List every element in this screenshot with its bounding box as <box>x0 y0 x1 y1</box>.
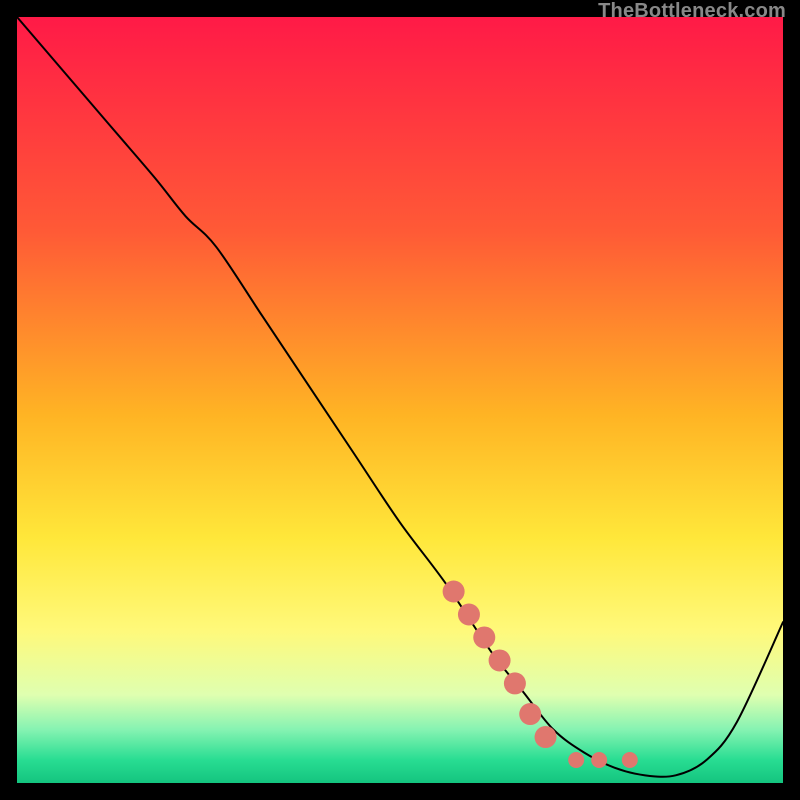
data-point <box>443 581 465 603</box>
chart-plot-area <box>17 17 783 783</box>
chart-svg <box>17 17 783 783</box>
data-point <box>458 603 480 625</box>
data-point <box>504 672 526 694</box>
data-point <box>568 752 584 768</box>
data-point <box>622 752 638 768</box>
data-point <box>591 752 607 768</box>
gradient-background <box>17 17 783 783</box>
data-point <box>489 649 511 671</box>
data-point <box>473 626 495 648</box>
data-point <box>519 703 541 725</box>
data-point <box>535 726 557 748</box>
chart-frame: TheBottleneck.com <box>0 0 800 800</box>
